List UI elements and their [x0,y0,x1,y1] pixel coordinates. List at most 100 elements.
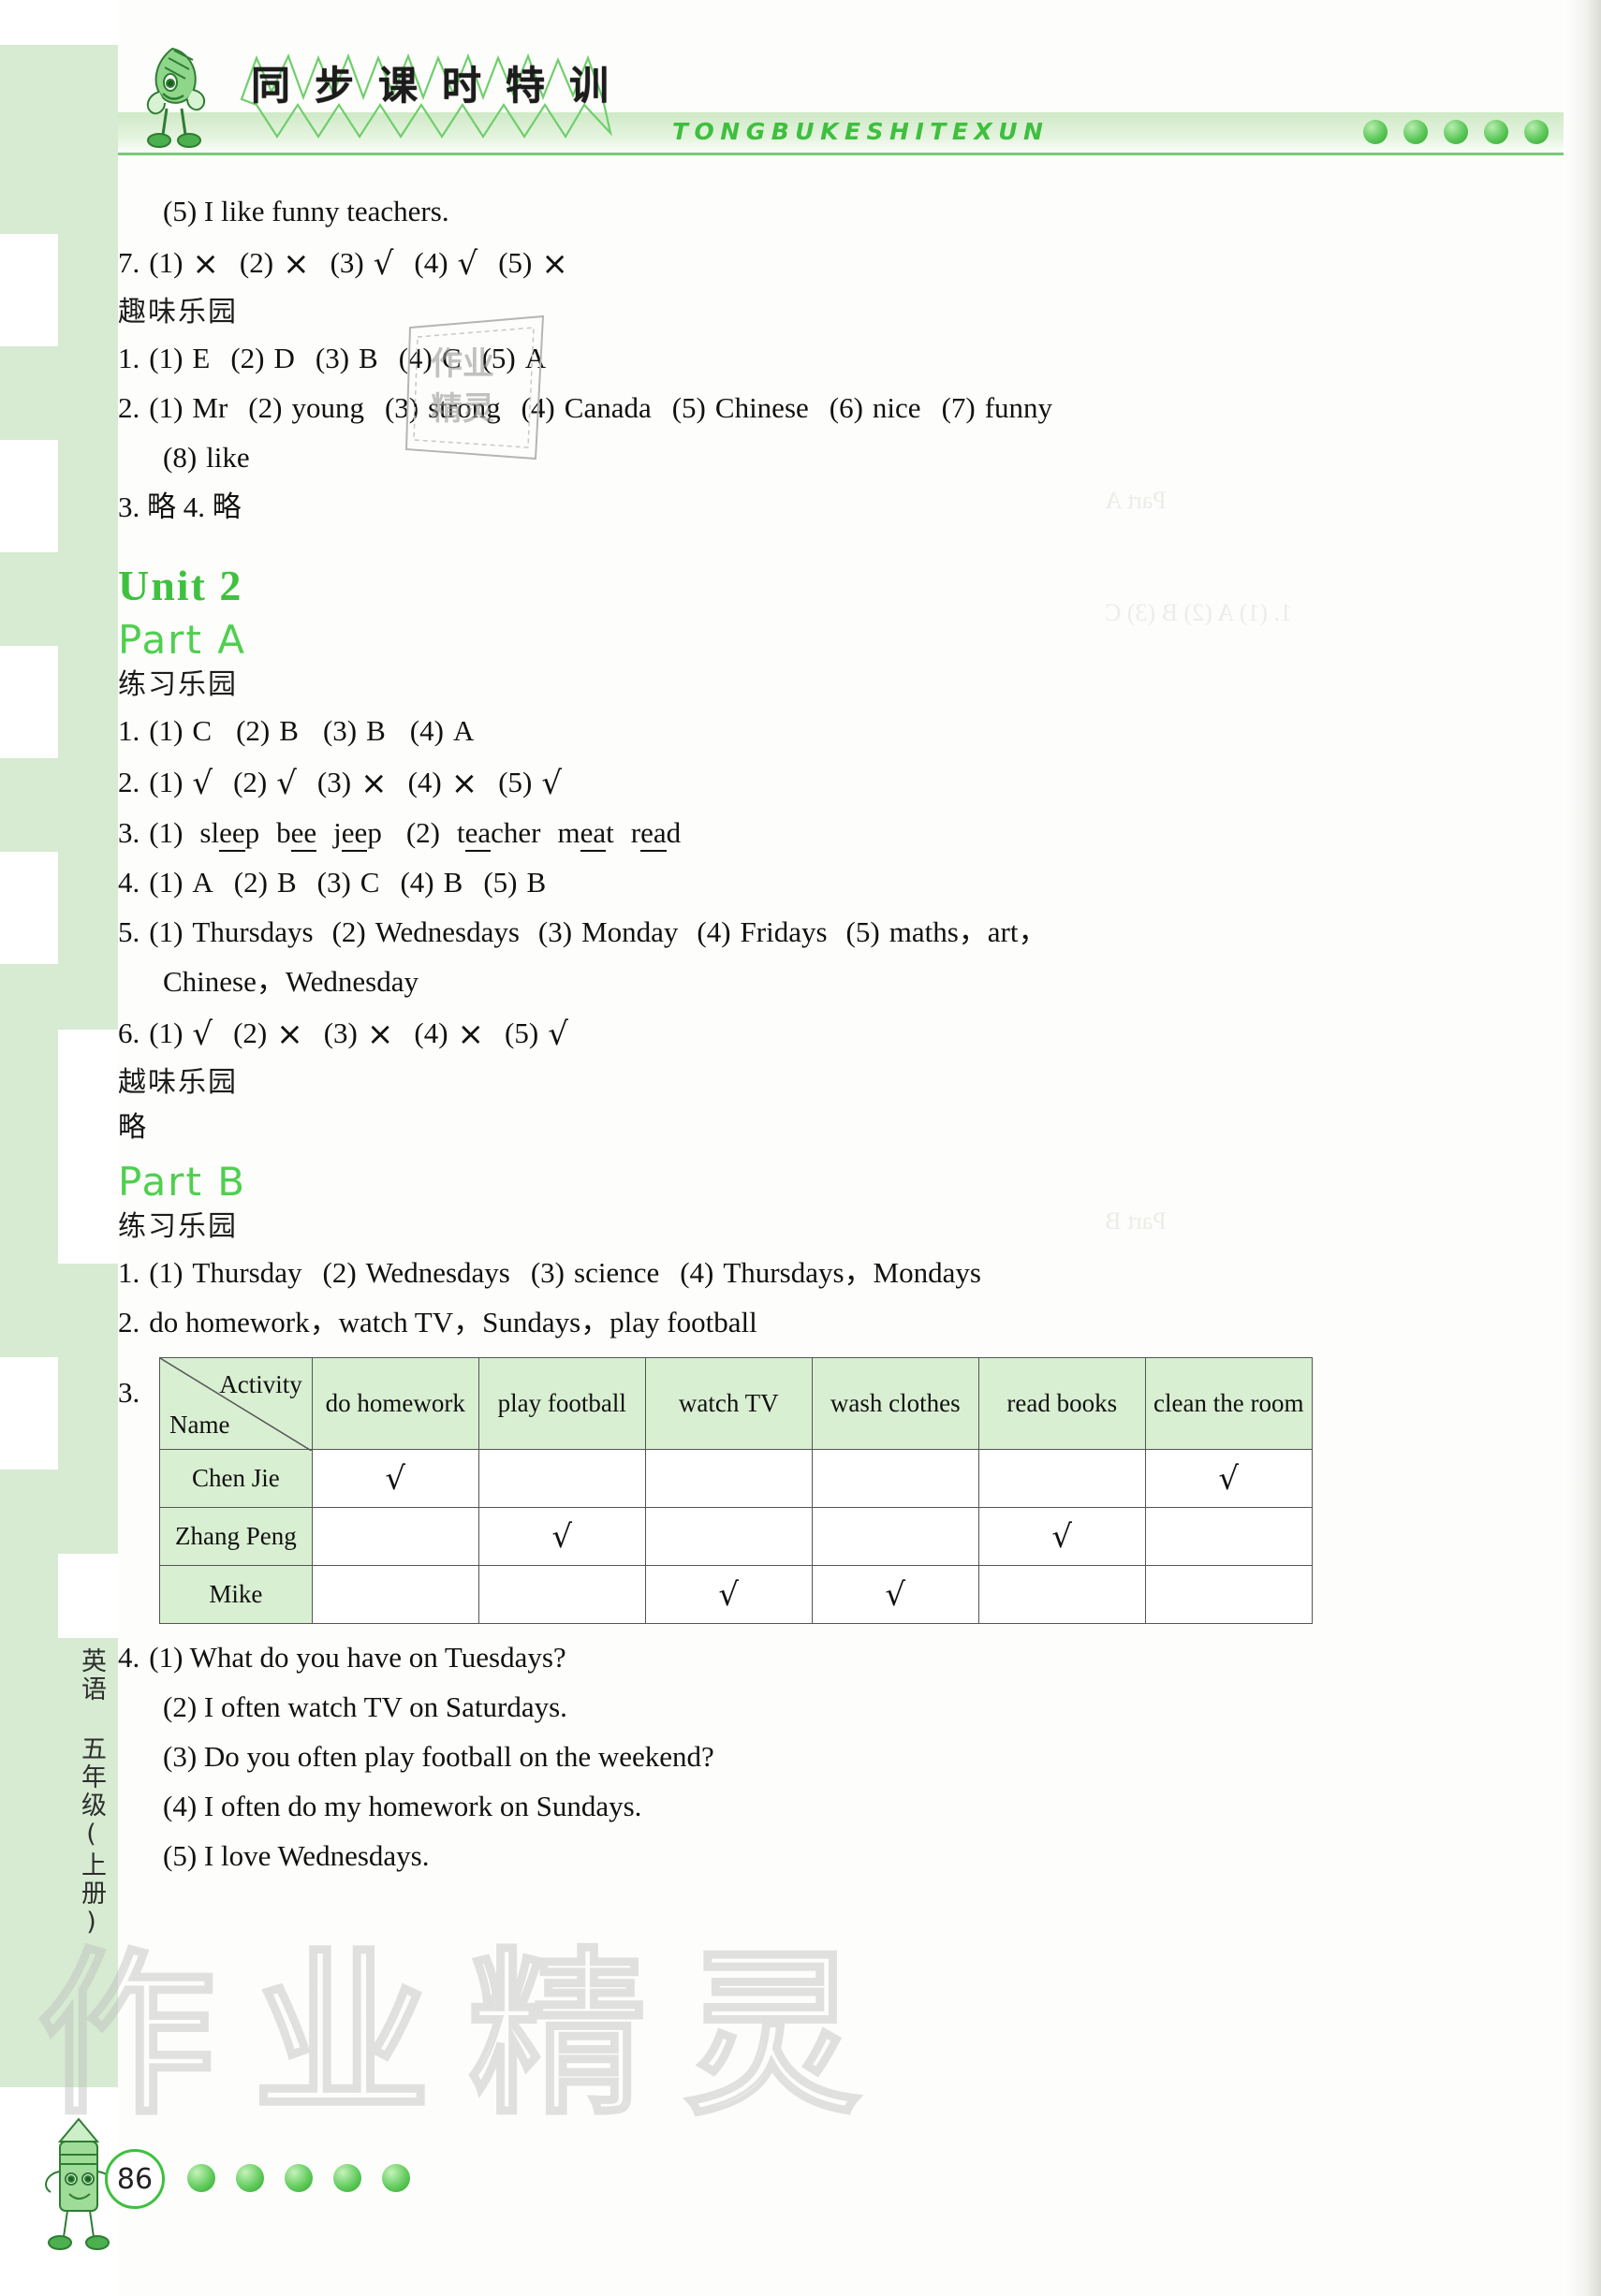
answer-value: Fridays [740,915,828,948]
answer-value: Wednesdays [375,915,520,948]
footer-dot [382,2164,410,2192]
answer-value: √ [192,1016,213,1053]
checkmark-icon: √ [1051,1517,1073,1556]
part-b-item-2: 2. do homework，watch TV，Sundays，play foot… [118,1308,1504,1337]
item-number: 2. [118,1306,140,1338]
answer-label: (2) [405,816,440,849]
section-quwei-title: 趣味乐园 [118,296,238,329]
student-name-cell: Chen Jie [159,1449,313,1508]
prev-item-1: 1. (1) E (2) D (3) B (4) C (5) A [118,344,1504,373]
part-a-item-6: 6. (1) √ (2) × (3) × (4) × (5) √ [118,1016,1504,1050]
answer-label: (6) [829,391,863,424]
activity-cell: √ [811,1565,979,1624]
answer-label: (1) [149,714,184,747]
item-number: 4. [118,1641,140,1674]
item-answers: (1) √ (2) √ (3) × (4) × (5) √ [149,766,562,799]
answer-value: B [279,714,299,747]
answer-value: √ [192,765,213,802]
item-answers: (1) A (2) B (3) C (4) B (5) B [149,866,546,899]
answer-value: A [452,714,475,747]
phonics-word: meat [557,816,614,852]
item-number: 7. [118,246,140,279]
item-answers: (1) Thursday (2) Wednesdays (3) science (4) Thu… [149,1256,981,1289]
part-b-item-4: 4. (1) What do you have on Tuesdays? (2) I… [118,1643,1504,1870]
footer-dot [187,2164,215,2192]
answer-label: (3) [322,714,358,747]
answer-value: B [359,342,378,374]
answer-value: √ [457,245,478,283]
answer-label: (2) [233,866,268,899]
answer-value: B [366,714,386,747]
answer-label: (3) [537,915,573,948]
underlined-vowels: ee [290,816,317,852]
item-number: 2. [118,391,140,424]
part-a-item-5: 5. (1) Thursdays (2) Wednesdays (3) Monday (4) F… [118,917,1504,946]
phonics-word: sleep [199,816,259,852]
checkmark-icon: √ [1218,1459,1240,1498]
answer-label: (1) [149,342,184,374]
answer-label: (5) [498,766,533,798]
unit-heading: Unit 2 [118,562,243,609]
answer-label: (3) [316,866,351,899]
answer-label: (5) [845,915,880,948]
item-number: 1. [118,342,140,374]
phonics-word: bee [276,816,317,852]
part-b-item-1: 1. (1) Thursday (2) Wednesdays (3) science (4) T… [118,1258,1504,1287]
page-title-chinese: 同步课时特训 [251,63,634,109]
answer-value: E [192,342,211,374]
header-dot [1484,120,1508,144]
activity-cell [1144,1507,1313,1566]
torn-paper-edge [1564,0,1601,2296]
answer-value: √ [373,245,394,283]
item-answers: (1) C (2) B (3) B (4) A [149,714,474,747]
answer-value: Thursdays [192,915,314,948]
answer-label: (4) [414,1016,448,1049]
answer-label: (4) [414,246,448,279]
item-phonics-groups: (1) sleep bee jeep (2) teacher meat read [149,816,681,852]
answer-value: Wednesdays [365,1256,510,1289]
underlined-vowels: ee [341,816,368,852]
answer-label: (2) [322,1256,357,1289]
sentence-text: (1) What do you have on Tuesdays? [149,1641,566,1674]
item-answers: (1) √ (2) × (3) × (4) × (5) √ [149,1016,568,1050]
answer-value: nice [872,391,921,424]
activity-cell [1144,1565,1313,1624]
activity-cell [477,1565,646,1624]
footer-dot [236,2164,264,2192]
watermark-tag: 作业 精灵 [403,309,552,468]
answer-value: Mr [192,391,228,424]
table-row: Mike √ √ [159,1565,1313,1624]
part-a-item-1: 1. (1) C (2) B (3) B (4) A [118,716,1504,745]
answer-value: √ [548,1016,568,1053]
phonics-word: teacher [457,816,540,852]
answer-value: × [360,765,388,802]
answer-label: (1) [149,866,184,899]
table-header-row: Activity Name do homework play football wa… [159,1357,1313,1452]
answer-label: (3) [315,342,350,374]
item-4-sentence: (2) I often watch TV on Saturdays. [163,1690,567,1723]
activity-cell [311,1507,479,1566]
answer-value: Chinese [714,391,809,424]
footer-dot [285,2164,313,2192]
answer-label: (1) [149,915,184,948]
answer-value: B [443,866,463,899]
page-number: 86 [105,2149,165,2209]
answer-label: (1) [149,1256,184,1289]
prev-item-2-cont: (8) like [118,443,1504,472]
left-sidebar-band: 英语 五年级(上册) [0,0,118,2296]
answer-label: (7) [941,391,976,424]
footer-dot-row [187,2164,410,2192]
answer-label: (1) [149,1016,184,1049]
answer-label: (5) [483,866,518,899]
answer-label: (1) [149,766,184,798]
answer-value: A [192,866,213,899]
activity-cell [644,1449,813,1508]
answer-value: × [450,765,478,802]
item-number: 5. [118,915,140,948]
item-2-answers-cont: (8) like [163,441,250,474]
corner-name-label: Name [169,1410,230,1439]
answer-label: (5) [671,391,706,424]
table-corner-cell: Activity Name [159,1357,313,1452]
activity-table: Activity Name do homework play football wa… [159,1357,1313,1624]
part-a-heading: Part A [118,617,246,663]
